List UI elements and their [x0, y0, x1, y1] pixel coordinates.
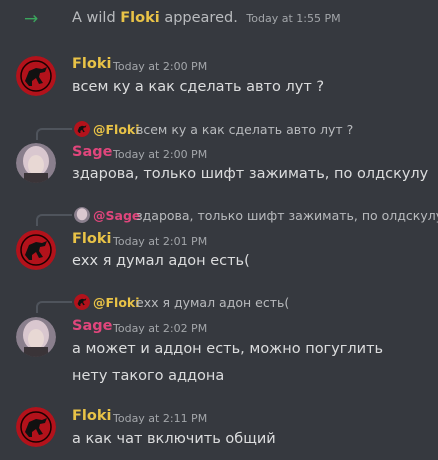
reply-spine — [36, 214, 72, 226]
reply-preview-text[interactable]: ехх я думал адон есть( — [136, 295, 289, 310]
reply-mention[interactable]: @Sage — [93, 208, 140, 223]
reply-preview-text[interactable]: всем ку а как сделать авто лут ? — [136, 122, 353, 137]
message-timestamp: Today at 2:00 PM — [113, 148, 208, 161]
avatar-sage[interactable] — [16, 317, 56, 357]
floki-avatar-logo — [16, 407, 56, 447]
message-author[interactable]: Floki — [72, 56, 111, 72]
avatar-floki[interactable] — [16, 407, 56, 447]
sage-avatar-image — [16, 317, 56, 357]
message-text: а как чат включить общий — [72, 431, 276, 447]
reply-spine — [36, 128, 72, 140]
message-timestamp: Today at 2:01 PM — [113, 235, 208, 248]
message-text: ехх я думал адон есть( — [72, 253, 250, 269]
system-timestamp: Today at 1:55 PM — [246, 12, 341, 25]
reply-avatar-floki — [74, 121, 90, 137]
avatar-sage[interactable] — [16, 143, 56, 183]
message-text: нету такого аддона — [72, 368, 225, 384]
message-author[interactable]: Floki — [72, 231, 111, 247]
avatar-floki[interactable] — [16, 230, 56, 270]
reply-spine — [36, 301, 72, 313]
reply-avatar-floki — [74, 294, 90, 310]
system-join-message: A wild Floki appeared. Today at 1:55 PM — [72, 10, 341, 26]
reply-mention[interactable]: @Floki — [93, 122, 140, 137]
reply-avatar-sage — [74, 207, 90, 223]
floki-avatar-logo — [16, 230, 56, 270]
system-username[interactable]: Floki — [120, 10, 159, 26]
message-text: а может и аддон есть, можно погуглить — [72, 341, 384, 357]
message-author[interactable]: Sage — [72, 144, 112, 160]
message-text: всем ку а как сделать авто лут ? — [72, 79, 325, 95]
message-author[interactable]: Sage — [72, 318, 112, 334]
system-suffix: appeared. — [164, 10, 238, 26]
floki-avatar-logo — [16, 56, 56, 96]
message-author[interactable]: Floki — [72, 408, 111, 424]
system-prefix: A wild — [72, 10, 116, 26]
message-timestamp: Today at 2:11 PM — [113, 412, 208, 425]
join-arrow-icon: → — [24, 9, 39, 29]
message-text: здарова, только шифт зажимать, по олдску… — [72, 166, 429, 182]
message-timestamp: Today at 2:00 PM — [113, 60, 208, 73]
reply-preview-text[interactable]: здарова, только шифт зажимать, по олдску… — [136, 208, 438, 223]
reply-mention[interactable]: @Floki — [93, 295, 140, 310]
message-timestamp: Today at 2:02 PM — [113, 322, 208, 335]
avatar-floki[interactable] — [16, 56, 56, 96]
sage-avatar-image — [16, 143, 56, 183]
